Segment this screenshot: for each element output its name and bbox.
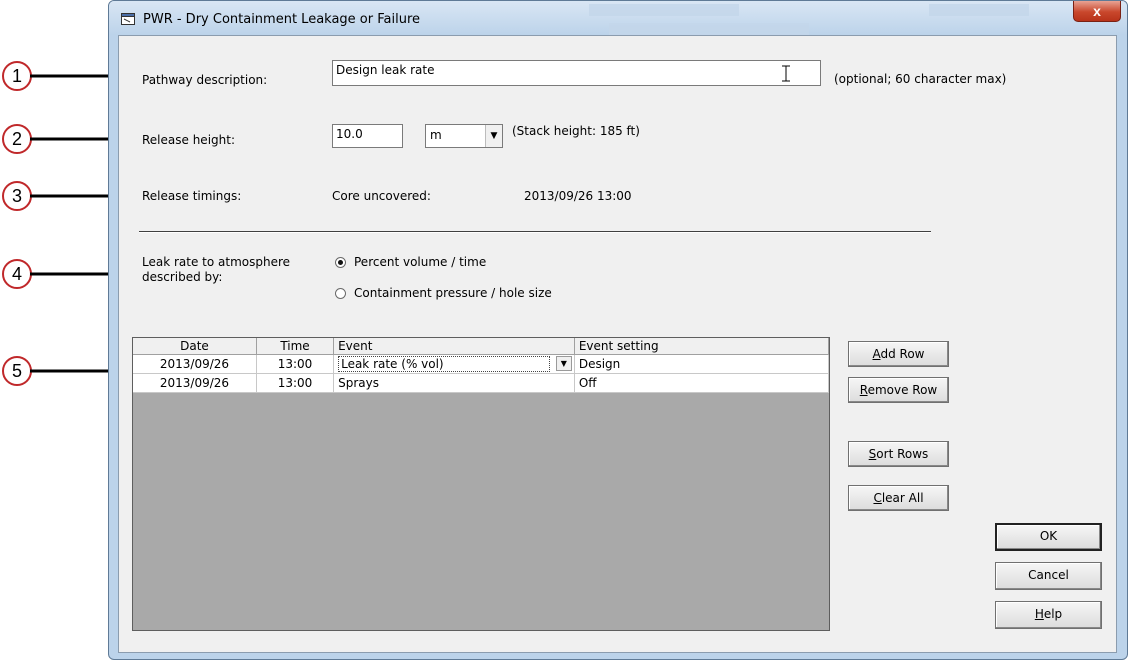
- title-bar[interactable]: PWR - Dry Containment Leakage or Failure…: [109, 1, 1127, 35]
- help-button[interactable]: Help: [995, 601, 1102, 629]
- cell-time[interactable]: 13:00: [256, 354, 335, 374]
- window-title: PWR - Dry Containment Leakage or Failure: [143, 12, 421, 27]
- column-header-time[interactable]: Time: [256, 338, 335, 355]
- background-blur: [609, 23, 809, 35]
- pathway-description-input[interactable]: Design leak rate: [332, 60, 821, 86]
- table-row[interactable]: 2013/09/26 13:00 Leak rate (% vol) ▼ Des…: [133, 354, 829, 374]
- pathway-description-note: (optional; 60 character max): [834, 72, 1007, 86]
- cancel-button[interactable]: Cancel: [995, 562, 1102, 590]
- add-row-button[interactable]: Add Row: [848, 341, 949, 367]
- callout-number: 2: [2, 124, 32, 154]
- cell-event-editor[interactable]: Leak rate (% vol) ▼: [333, 354, 575, 374]
- core-uncovered-label: Core uncovered:: [332, 189, 431, 203]
- cell-time[interactable]: 13:00: [256, 373, 335, 393]
- column-header-event[interactable]: Event: [333, 338, 575, 355]
- dialog-client-area: Pathway description: Design leak rate (o…: [118, 35, 1117, 653]
- column-header-date[interactable]: Date: [133, 338, 257, 355]
- callout-number: 3: [2, 181, 32, 211]
- grid-header-row: Date Time Event Event setting: [133, 338, 829, 355]
- sort-rows-button[interactable]: Sort Rows: [848, 441, 949, 467]
- dialog-window: PWR - Dry Containment Leakage or Failure…: [108, 0, 1128, 660]
- cell-event: Leak rate (% vol): [338, 356, 550, 372]
- background-blur: [589, 4, 739, 16]
- radio-label: Percent volume / time: [354, 255, 487, 269]
- radio-selected-icon: [335, 256, 346, 268]
- core-uncovered-time: 2013/09/26 13:00: [524, 189, 632, 203]
- app-icon: [121, 13, 135, 25]
- close-button[interactable]: x: [1073, 1, 1121, 22]
- radio-unselected-icon: [335, 287, 346, 299]
- leak-rate-label-line2: described by:: [142, 270, 223, 284]
- close-icon: x: [1093, 3, 1101, 19]
- cell-event[interactable]: Sprays: [333, 373, 575, 393]
- cell-event-setting[interactable]: Off: [574, 373, 829, 393]
- leak-rate-label-line1: Leak rate to atmosphere: [142, 255, 291, 269]
- radio-percent-volume[interactable]: Percent volume / time: [335, 255, 486, 269]
- release-timings-label: Release timings:: [142, 189, 242, 203]
- column-header-event-setting[interactable]: Event setting: [574, 338, 829, 355]
- stack-height-note: (Stack height: 185 ft): [512, 124, 640, 138]
- separator-line: [139, 231, 931, 233]
- events-grid[interactable]: Date Time Event Event setting 2013/09/26…: [132, 337, 830, 631]
- release-height-value: 10.0: [336, 127, 363, 141]
- pathway-description-value: Design leak rate: [336, 63, 435, 77]
- unit-value: m: [430, 128, 442, 142]
- ok-button[interactable]: OK: [995, 523, 1102, 551]
- callout-number: 1: [2, 61, 32, 91]
- cell-event-setting[interactable]: Design: [574, 354, 829, 374]
- radio-label: Containment pressure / hole size: [354, 286, 552, 300]
- background-blur: [929, 4, 1029, 16]
- clear-all-button[interactable]: Clear All: [848, 485, 949, 511]
- chevron-down-icon: ▼: [485, 125, 502, 147]
- callout-number: 4: [2, 259, 32, 289]
- cell-date[interactable]: 2013/09/26: [133, 373, 257, 393]
- radio-containment-pressure[interactable]: Containment pressure / hole size: [335, 286, 552, 300]
- table-row[interactable]: 2013/09/26 13:00 Sprays Off: [133, 373, 829, 393]
- cell-date[interactable]: 2013/09/26: [133, 354, 257, 374]
- chevron-down-icon[interactable]: ▼: [555, 356, 572, 371]
- pathway-description-label: Pathway description:: [142, 73, 268, 87]
- release-height-label: Release height:: [142, 133, 235, 147]
- release-height-unit-select[interactable]: m ▼: [425, 124, 503, 148]
- remove-row-button[interactable]: Remove Row: [848, 377, 949, 403]
- text-cursor-icon: [782, 65, 790, 82]
- release-height-input[interactable]: 10.0: [332, 124, 403, 148]
- callout-number: 5: [2, 356, 32, 386]
